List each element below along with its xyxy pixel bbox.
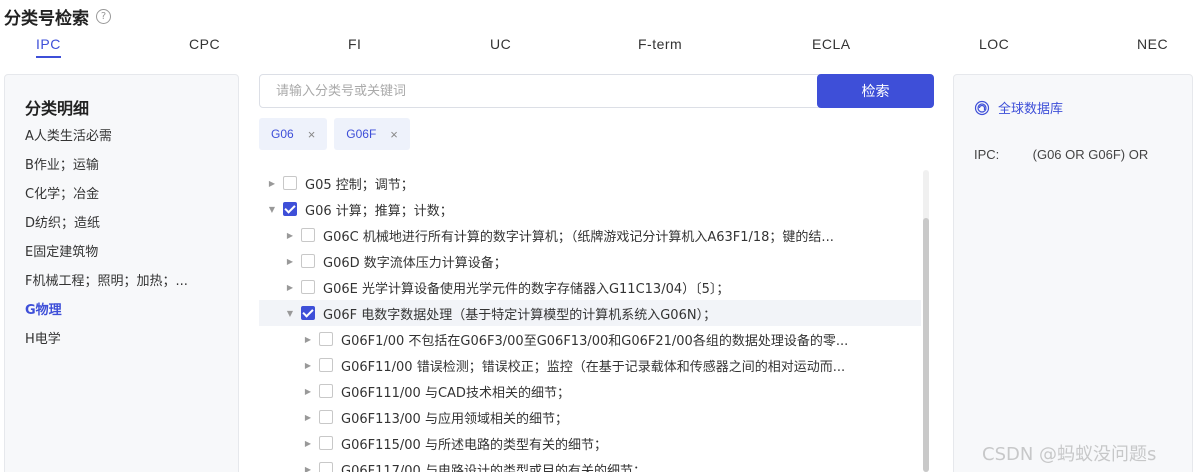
sidebar-item-c[interactable]: C化学；冶金 (25, 185, 220, 214)
tree-node-label: G06F113/00 与应用领域相关的细节； (341, 411, 568, 427)
tree-node-label: G06 计算；推算；计数； (305, 203, 453, 219)
caret-right-icon[interactable]: ▶ (301, 465, 315, 472)
search-button[interactable]: 检索 (817, 74, 934, 108)
tree-node-label: G05 控制；调节； (305, 177, 414, 193)
tree-checkbox[interactable] (319, 410, 333, 424)
database-label: 全球数据库 (998, 102, 1064, 117)
tree-row[interactable]: ▶ G06F111/00 与CAD技术相关的细节； (259, 378, 921, 404)
caret-right-icon[interactable]: ▶ (301, 361, 315, 370)
classification-tabs: IPC CPC FI UC F-term ECLA LOC NEC (0, 36, 1195, 60)
tree-checkbox[interactable] (319, 436, 333, 450)
tree-row[interactable]: ▶ G06F113/00 与应用领域相关的细节； (259, 404, 921, 430)
sidebar-item-a[interactable]: A人类生活必需 (25, 127, 220, 156)
sidebar-item-e[interactable]: E固定建筑物 (25, 243, 220, 272)
tree-checkbox[interactable] (301, 280, 315, 294)
close-icon[interactable]: × (390, 127, 398, 142)
ipc-query: (G06 OR G06F) OR (1032, 147, 1149, 162)
caret-right-icon[interactable]: ▶ (301, 413, 315, 422)
caret-right-icon[interactable]: ▶ (301, 439, 315, 448)
tree-row[interactable]: ▶ G06C 机械地进行所有计算的数字计算机；（纸牌游戏记分计算机入A63F1/1… (259, 222, 921, 248)
tree-node-label: G06C 机械地进行所有计算的数字计算机；（纸牌游戏记分计算机入A63F1/18… (323, 229, 834, 245)
tab-ipc[interactable]: IPC (36, 36, 61, 58)
search-input[interactable] (260, 75, 817, 107)
tree-row[interactable]: ▶ G06E 光学计算设备使用光学元件的数字存储器入G11C13/04）〔5〕； (259, 274, 921, 300)
tab-fi[interactable]: FI (348, 36, 361, 52)
tree-row[interactable]: ▶ G06F115/00 与所述电路的类型有关的细节； (259, 430, 921, 456)
tree-node-label: G06F111/00 与CAD技术相关的细节； (341, 385, 570, 401)
tab-cpc[interactable]: CPC (189, 36, 220, 52)
tree-checkbox[interactable] (283, 202, 297, 216)
tree-row[interactable]: ▶ G06F1/00 不包括在G06F3/00至G06F13/00和G06F21/… (259, 326, 921, 352)
classification-tree: ▶ G05 控制；调节； ▼ G06 计算；推算；计数； ▶ G06C 机械地进行所有计算… (259, 170, 921, 472)
tab-ecla[interactable]: ECLA (812, 36, 851, 52)
tree-row[interactable]: ▶ G06F117/00 与电路设计的类型或目的有关的细节； (259, 456, 921, 472)
tree-node-label: G06F117/00 与电路设计的类型或目的有关的细节； (341, 463, 646, 472)
tab-nec[interactable]: NEC (1137, 36, 1168, 52)
chip-g06f: G06F × (334, 118, 410, 150)
global-database-link[interactable]: 全球数据库 (974, 98, 1063, 117)
chip-g06: G06 × (259, 118, 328, 150)
tree-row[interactable]: ▼ G06F 电数字数据处理（基于特定计算模型的计算机系统入G06N）； (259, 300, 921, 326)
tree-checkbox[interactable] (319, 358, 333, 372)
tree-checkbox[interactable] (301, 228, 315, 242)
query-panel: 全球数据库 IPC: (G06 OR G06F) OR (953, 74, 1193, 472)
selected-chips: G06 × G06F × (259, 118, 410, 150)
tree-checkbox[interactable] (283, 176, 297, 190)
tree-checkbox[interactable] (319, 332, 333, 346)
tree-checkbox[interactable] (319, 384, 333, 398)
sidebar-item-b[interactable]: B作业；运输 (25, 156, 220, 185)
search-bar: 检索 (259, 74, 934, 108)
help-icon[interactable]: ? (96, 9, 111, 24)
sidebar-item-d[interactable]: D纺织；造纸 (25, 214, 220, 243)
page-title: 分类号检索 ? (4, 4, 111, 29)
tree-node-label: G06F11/00 错误检测；错误校正；监控（在基于记录载体和传感器之间的相对运… (341, 359, 846, 375)
caret-right-icon[interactable]: ▶ (301, 387, 315, 396)
ipc-query-line: IPC: (G06 OR G06F) OR (974, 147, 1148, 162)
tree-node-label: G06F1/00 不包括在G06F3/00至G06F13/00和G06F21/0… (341, 333, 849, 349)
caret-down-icon[interactable]: ▼ (283, 309, 297, 318)
sidebar-item-h[interactable]: H电学 (25, 330, 220, 359)
sidebar-item-f[interactable]: F机械工程；照明；加热；... (25, 272, 220, 301)
category-sidebar: 分类明细 A人类生活必需 B作业；运输 C化学；冶金 D纺织；造纸 E固定建筑物… (4, 74, 239, 472)
caret-down-icon[interactable]: ▼ (265, 205, 279, 214)
ipc-label: IPC: (974, 147, 1000, 162)
sidebar-item-g[interactable]: G物理 (25, 301, 220, 330)
caret-right-icon[interactable]: ▶ (265, 179, 279, 188)
tab-uc[interactable]: UC (490, 36, 511, 52)
chip-label: G06 (271, 127, 294, 141)
tree-row[interactable]: ▶ G06F11/00 错误检测；错误校正；监控（在基于记录载体和传感器之间的相对… (259, 352, 921, 378)
caret-right-icon[interactable]: ▶ (283, 257, 297, 266)
caret-right-icon[interactable]: ▶ (283, 231, 297, 240)
close-icon[interactable]: × (308, 127, 316, 142)
tree-node-label: G06E 光学计算设备使用光学元件的数字存储器入G11C13/04）〔5〕； (323, 281, 730, 297)
tree-node-label: G06F 电数字数据处理（基于特定计算模型的计算机系统入G06N）； (323, 307, 717, 323)
tree-node-label: G06F115/00 与所述电路的类型有关的细节； (341, 437, 607, 453)
scroll-thumb[interactable] (923, 218, 929, 472)
caret-right-icon[interactable]: ▶ (301, 335, 315, 344)
chip-label: G06F (346, 127, 377, 141)
tab-loc[interactable]: LOC (979, 36, 1009, 52)
fingerprint-icon (974, 100, 990, 115)
tree-row[interactable]: ▶ G05 控制；调节； (259, 170, 921, 196)
tree-checkbox[interactable] (319, 462, 333, 472)
tree-checkbox[interactable] (301, 306, 315, 320)
caret-right-icon[interactable]: ▶ (283, 283, 297, 292)
tree-row[interactable]: ▶ G06D 数字流体压力计算设备； (259, 248, 921, 274)
tree-row[interactable]: ▼ G06 计算；推算；计数； (259, 196, 921, 222)
tree-checkbox[interactable] (301, 254, 315, 268)
tab-f-term[interactable]: F-term (638, 36, 682, 52)
page-title-text: 分类号检索 (4, 9, 89, 29)
tree-scrollbar[interactable] (923, 170, 929, 472)
sidebar-heading: 分类明细 (25, 99, 90, 118)
tree-node-label: G06D 数字流体压力计算设备； (323, 255, 507, 271)
